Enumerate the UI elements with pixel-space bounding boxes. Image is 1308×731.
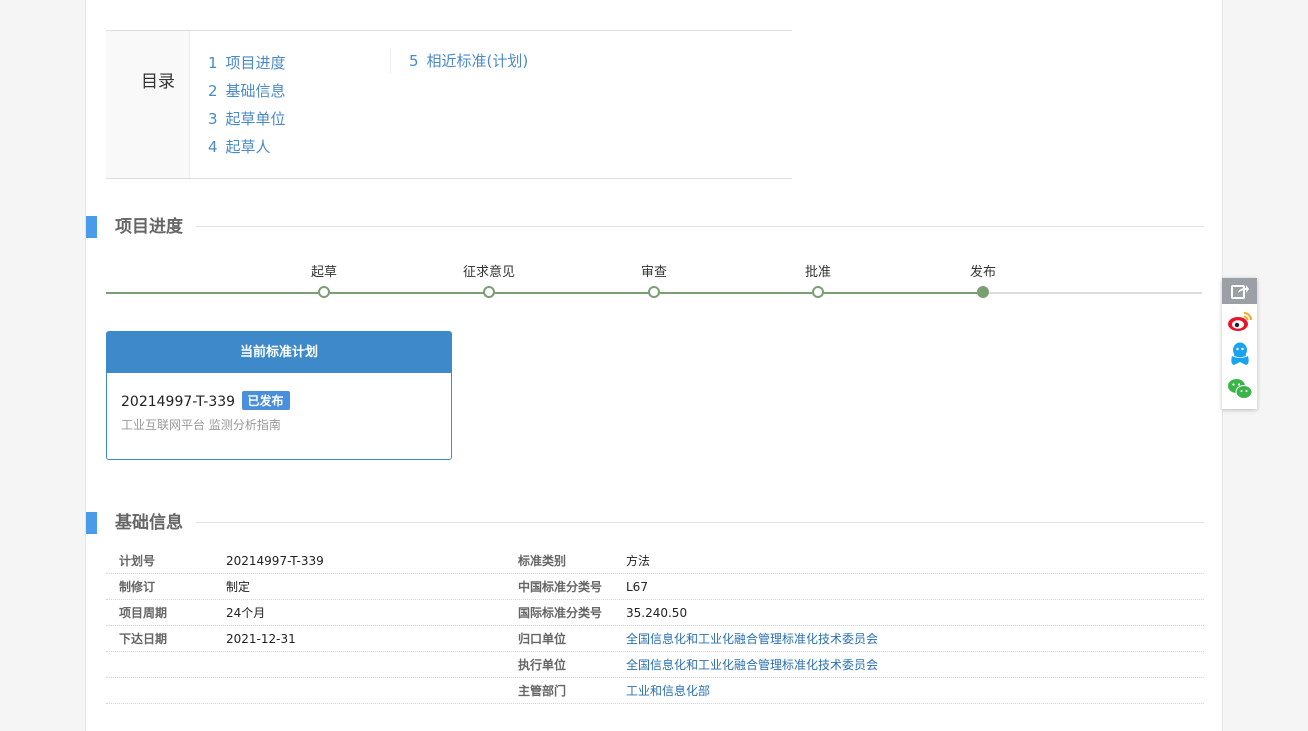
toc-item-number: 5 (409, 52, 419, 70)
section-header-progress: 项目进度 (86, 214, 1204, 240)
basic-info-table: 计划号 20214997-T-339 标准类别 方法 制修订 制定 中国标准分类… (106, 548, 1204, 704)
field-value-link[interactable]: 全国信息化和工业化融合管理标准化技术委员会 (626, 626, 878, 652)
toc-item-number: 1 (208, 54, 218, 72)
field-value: 2021-12-31 (226, 632, 296, 646)
status-badge: 已发布 (241, 391, 290, 410)
step-label: 发布 (969, 265, 996, 280)
current-plan-card[interactable]: 当前标准计划 20214997-T-339 已发布 工业互联网平台 监测分析指南 (106, 331, 452, 460)
field-label: 标准类别 (518, 554, 567, 568)
share-button[interactable] (1222, 278, 1257, 304)
field-label: 执行单位 (518, 658, 567, 672)
weibo-icon (1227, 312, 1252, 331)
plan-code-line: 20214997-T-339 已发布 (121, 391, 437, 410)
plan-code: 20214997-T-339 (121, 394, 236, 410)
toc-item-progress[interactable]: 1 项目进度 (208, 49, 286, 77)
toc-item-label: 项目进度 (225, 54, 286, 72)
field-value: 方法 (626, 554, 651, 568)
wechat-icon (1227, 379, 1252, 399)
table-row: 下达日期 2021-12-31 归口单位 全国信息化和工业化融合管理标准化技术委… (106, 626, 1204, 652)
field-label: 国际标准分类号 (518, 606, 603, 620)
field-value: 35.240.50 (626, 606, 688, 620)
toc-column-1: 1 项目进度 2 基础信息 3 起草单位 4 起草人 (208, 49, 286, 161)
content-panel: 目录 1 项目进度 2 基础信息 3 起草单位 4 起草人 5 相近标准(计划) 项目进度… (85, 0, 1223, 731)
step-dot (812, 286, 824, 298)
qq-icon (1230, 342, 1249, 365)
field-value: 20214997-T-339 (226, 554, 324, 568)
table-row: 制修订 制定 中国标准分类号 L67 (106, 574, 1204, 600)
field-value: 24个月 (226, 606, 266, 620)
field-label: 计划号 (119, 554, 156, 568)
toc-item-similar-standards[interactable]: 5 相近标准(计划) (409, 49, 528, 73)
field-label: 下达日期 (119, 632, 168, 646)
share-toolbar (1222, 278, 1257, 409)
table-row: 执行单位 全国信息化和工业化融合管理标准化技术委员会 (106, 652, 1204, 678)
toc-item-label: 基础信息 (225, 82, 286, 100)
field-label: 项目周期 (119, 606, 168, 620)
progress-step-drafting: 起草 (284, 262, 364, 298)
section-accent-bar (86, 216, 97, 238)
step-label: 审查 (640, 265, 667, 280)
toc-title-box: 目录 (106, 31, 190, 178)
step-label: 批准 (804, 265, 831, 280)
field-label: 制修订 (119, 580, 156, 594)
toc-item-number: 4 (208, 138, 218, 156)
share-weibo-button[interactable] (1222, 304, 1257, 338)
step-label: 征求意见 (462, 265, 515, 280)
toc-item-label: 相近标准(计划) (426, 52, 529, 70)
section-title: 项目进度 (115, 214, 193, 240)
section-accent-bar (86, 512, 97, 534)
plan-name: 工业互联网平台 监测分析指南 (121, 418, 281, 432)
card-header: 当前标准计划 (107, 332, 451, 373)
progress-step-review: 审查 (614, 262, 694, 298)
step-dot (318, 286, 330, 298)
table-of-contents: 目录 1 项目进度 2 基础信息 3 起草单位 4 起草人 5 相近标准(计划) (106, 30, 792, 179)
section-header-basic-info: 基础信息 (86, 510, 1204, 536)
toc-item-drafting-units[interactable]: 3 起草单位 (208, 105, 286, 133)
toc-item-drafters[interactable]: 4 起草人 (208, 133, 286, 161)
card-body: 20214997-T-339 已发布 工业互联网平台 监测分析指南 (107, 373, 451, 451)
table-row: 主管部门 工业和信息化部 (106, 678, 1204, 704)
section-divider (196, 226, 1204, 227)
field-value: 制定 (226, 580, 251, 594)
step-dot (648, 286, 660, 298)
toc-title: 目录 (141, 72, 175, 92)
progress-step-comments: 征求意见 (449, 262, 529, 298)
step-dot (483, 286, 495, 298)
field-label: 主管部门 (518, 684, 567, 698)
share-icon (1230, 285, 1249, 299)
field-value-link[interactable]: 全国信息化和工业化融合管理标准化技术委员会 (626, 652, 878, 678)
table-row: 计划号 20214997-T-339 标准类别 方法 (106, 548, 1204, 574)
step-label: 起草 (310, 265, 337, 280)
field-label: 归口单位 (518, 632, 567, 646)
share-qq-button[interactable] (1222, 338, 1257, 372)
field-value: L67 (626, 580, 648, 594)
toc-item-label: 起草人 (225, 138, 271, 156)
progress-step-published: 发布 (943, 262, 1023, 298)
progress-step-approval: 批准 (778, 262, 858, 298)
toc-item-basic-info[interactable]: 2 基础信息 (208, 77, 286, 105)
toc-column-2: 5 相近标准(计划) (390, 49, 528, 73)
section-divider (196, 522, 1204, 523)
step-dot-current (977, 286, 989, 298)
table-row: 项目周期 24个月 国际标准分类号 35.240.50 (106, 600, 1204, 626)
field-value-link[interactable]: 工业和信息化部 (626, 678, 710, 704)
toc-item-number: 3 (208, 110, 218, 128)
share-wechat-button[interactable] (1222, 372, 1257, 406)
progress-timeline: 起草 征求意见 审查 批准 发布 (106, 262, 1202, 302)
toc-item-label: 起草单位 (225, 110, 286, 128)
field-label: 中国标准分类号 (518, 580, 603, 594)
toc-item-number: 2 (208, 82, 218, 100)
section-title: 基础信息 (115, 510, 193, 536)
